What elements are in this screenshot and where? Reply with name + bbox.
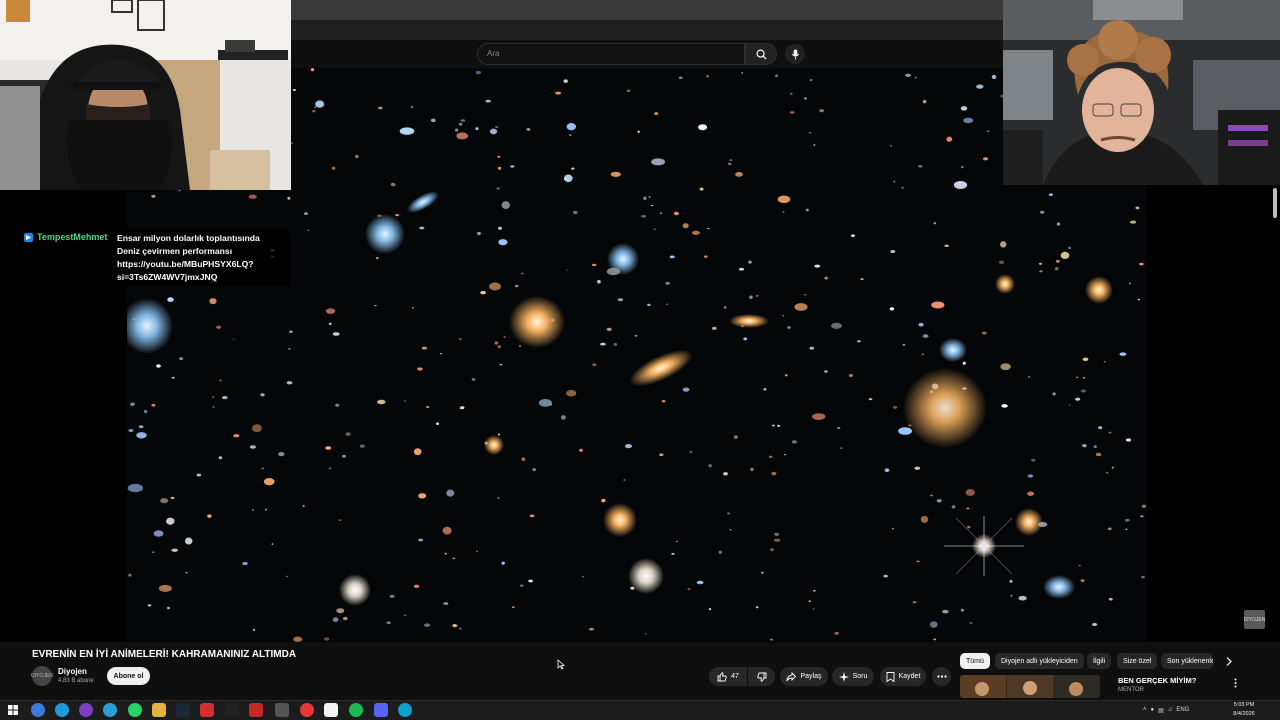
chevron-up-icon[interactable]: ˄ bbox=[1143, 707, 1147, 713]
bookmark-icon bbox=[886, 671, 895, 682]
thumbnail-image bbox=[960, 675, 1100, 698]
chrome-icon[interactable] bbox=[300, 703, 314, 717]
mouse-cursor-icon bbox=[557, 659, 565, 670]
chip-for-you[interactable]: Size özel bbox=[1117, 653, 1158, 669]
recommendation-thumbnail[interactable] bbox=[960, 675, 1100, 698]
epic-games-icon[interactable] bbox=[324, 703, 338, 717]
settings-app-icon[interactable] bbox=[275, 703, 289, 717]
channel-name[interactable]: Diyojen bbox=[58, 667, 87, 676]
microphone-tray-icon[interactable]: ● bbox=[1151, 707, 1155, 713]
language-indicator[interactable]: ENG bbox=[1176, 707, 1189, 713]
subscriber-count: 4,83 B abone bbox=[58, 678, 94, 684]
kick-badge-icon bbox=[24, 233, 33, 242]
right-letterbox bbox=[1146, 185, 1280, 642]
obs-icon[interactable] bbox=[225, 703, 239, 717]
network-icon[interactable]: ▤ bbox=[1158, 707, 1164, 714]
webcam-feed-right bbox=[1003, 0, 1280, 185]
recommendation-title[interactable]: BEN GERÇEK MİYİM? bbox=[1118, 676, 1196, 685]
app-icon[interactable] bbox=[249, 703, 263, 717]
taskbar-clock[interactable]: 5:03 PM 8/4/2026 bbox=[1222, 701, 1266, 719]
search-icon bbox=[756, 49, 767, 60]
save-label: Kaydet bbox=[898, 673, 921, 680]
search-taskbar-icon[interactable] bbox=[31, 703, 45, 717]
scrollbar-thumb[interactable] bbox=[1273, 188, 1277, 218]
edge-icon[interactable] bbox=[55, 703, 69, 717]
video-title: EVRENİN EN İYİ ANİMELERİ! KAHRAMANINIZ A… bbox=[32, 649, 297, 660]
chip-recent-uploads[interactable]: Son yüklenenler bbox=[1161, 653, 1213, 669]
channel-watermark[interactable]: DIYOJEN bbox=[1244, 610, 1265, 629]
mic-icon bbox=[791, 48, 799, 60]
clock-time: 5:03 PM bbox=[1233, 702, 1255, 708]
channel-avatar[interactable]: DIYOJEN bbox=[31, 666, 53, 686]
more-actions-button[interactable] bbox=[932, 667, 951, 686]
kebab-menu-icon bbox=[1234, 678, 1236, 688]
twitch-icon[interactable] bbox=[79, 703, 93, 717]
chat-username: TempestMehmet bbox=[37, 232, 108, 242]
chips-next-button[interactable] bbox=[1222, 654, 1236, 668]
recommendation-menu-button[interactable] bbox=[1230, 676, 1240, 690]
ask-button[interactable]: Soru bbox=[832, 667, 874, 686]
chip-related[interactable]: İlgili bbox=[1087, 653, 1112, 669]
pdf-reader-icon[interactable] bbox=[200, 703, 214, 717]
share-button[interactable]: Paylaş bbox=[780, 667, 828, 686]
file-explorer-icon[interactable] bbox=[152, 703, 166, 717]
subscribe-button[interactable]: Abone ol bbox=[107, 667, 150, 685]
like-icon bbox=[717, 671, 727, 681]
recommendation-channel: MENTOR bbox=[1118, 687, 1144, 693]
browser-tab-strip bbox=[291, 20, 1003, 40]
voice-search-button[interactable] bbox=[785, 44, 805, 64]
share-icon bbox=[786, 671, 797, 681]
browser-active-icon[interactable] bbox=[398, 703, 412, 717]
telegram-icon[interactable] bbox=[103, 703, 117, 717]
volume-icon[interactable]: ♫ bbox=[1168, 707, 1173, 713]
search-input[interactable]: Ara bbox=[477, 43, 745, 65]
avatar-text: DIYOJEN bbox=[31, 673, 53, 679]
share-label: Paylaş bbox=[800, 673, 822, 680]
chip-all[interactable]: Tümü bbox=[960, 653, 990, 669]
sparkle-icon bbox=[838, 671, 849, 682]
windows-taskbar bbox=[0, 700, 1280, 720]
whatsapp-icon[interactable] bbox=[128, 703, 142, 717]
streamer-webcam-right bbox=[1003, 0, 1280, 185]
dislike-button[interactable] bbox=[748, 667, 775, 686]
browser-toolbar bbox=[291, 0, 1003, 20]
clock-date: 8/4/2026 bbox=[1233, 711, 1255, 717]
steam-icon[interactable] bbox=[176, 703, 190, 717]
ask-label: Soru bbox=[852, 673, 868, 680]
chevron-right-icon bbox=[1226, 656, 1232, 666]
spotify-icon[interactable] bbox=[349, 703, 363, 717]
like-button[interactable]: 47 bbox=[709, 667, 747, 686]
chip-from-uploader[interactable]: Diyojen adlı yükleyiciden bbox=[995, 653, 1084, 669]
webcam-feed-left bbox=[0, 0, 291, 190]
dislike-icon bbox=[756, 672, 766, 682]
chat-message: Ensar milyon dolarlık toplantısında Deni… bbox=[117, 233, 260, 282]
discord-icon[interactable] bbox=[374, 703, 388, 717]
more-icon bbox=[936, 675, 947, 678]
save-button[interactable]: Kaydet bbox=[880, 667, 926, 686]
streamer-webcam-left bbox=[0, 0, 291, 190]
windows-start-icon[interactable] bbox=[8, 705, 18, 715]
like-count: 47 bbox=[731, 673, 739, 680]
search-button[interactable] bbox=[745, 43, 777, 65]
